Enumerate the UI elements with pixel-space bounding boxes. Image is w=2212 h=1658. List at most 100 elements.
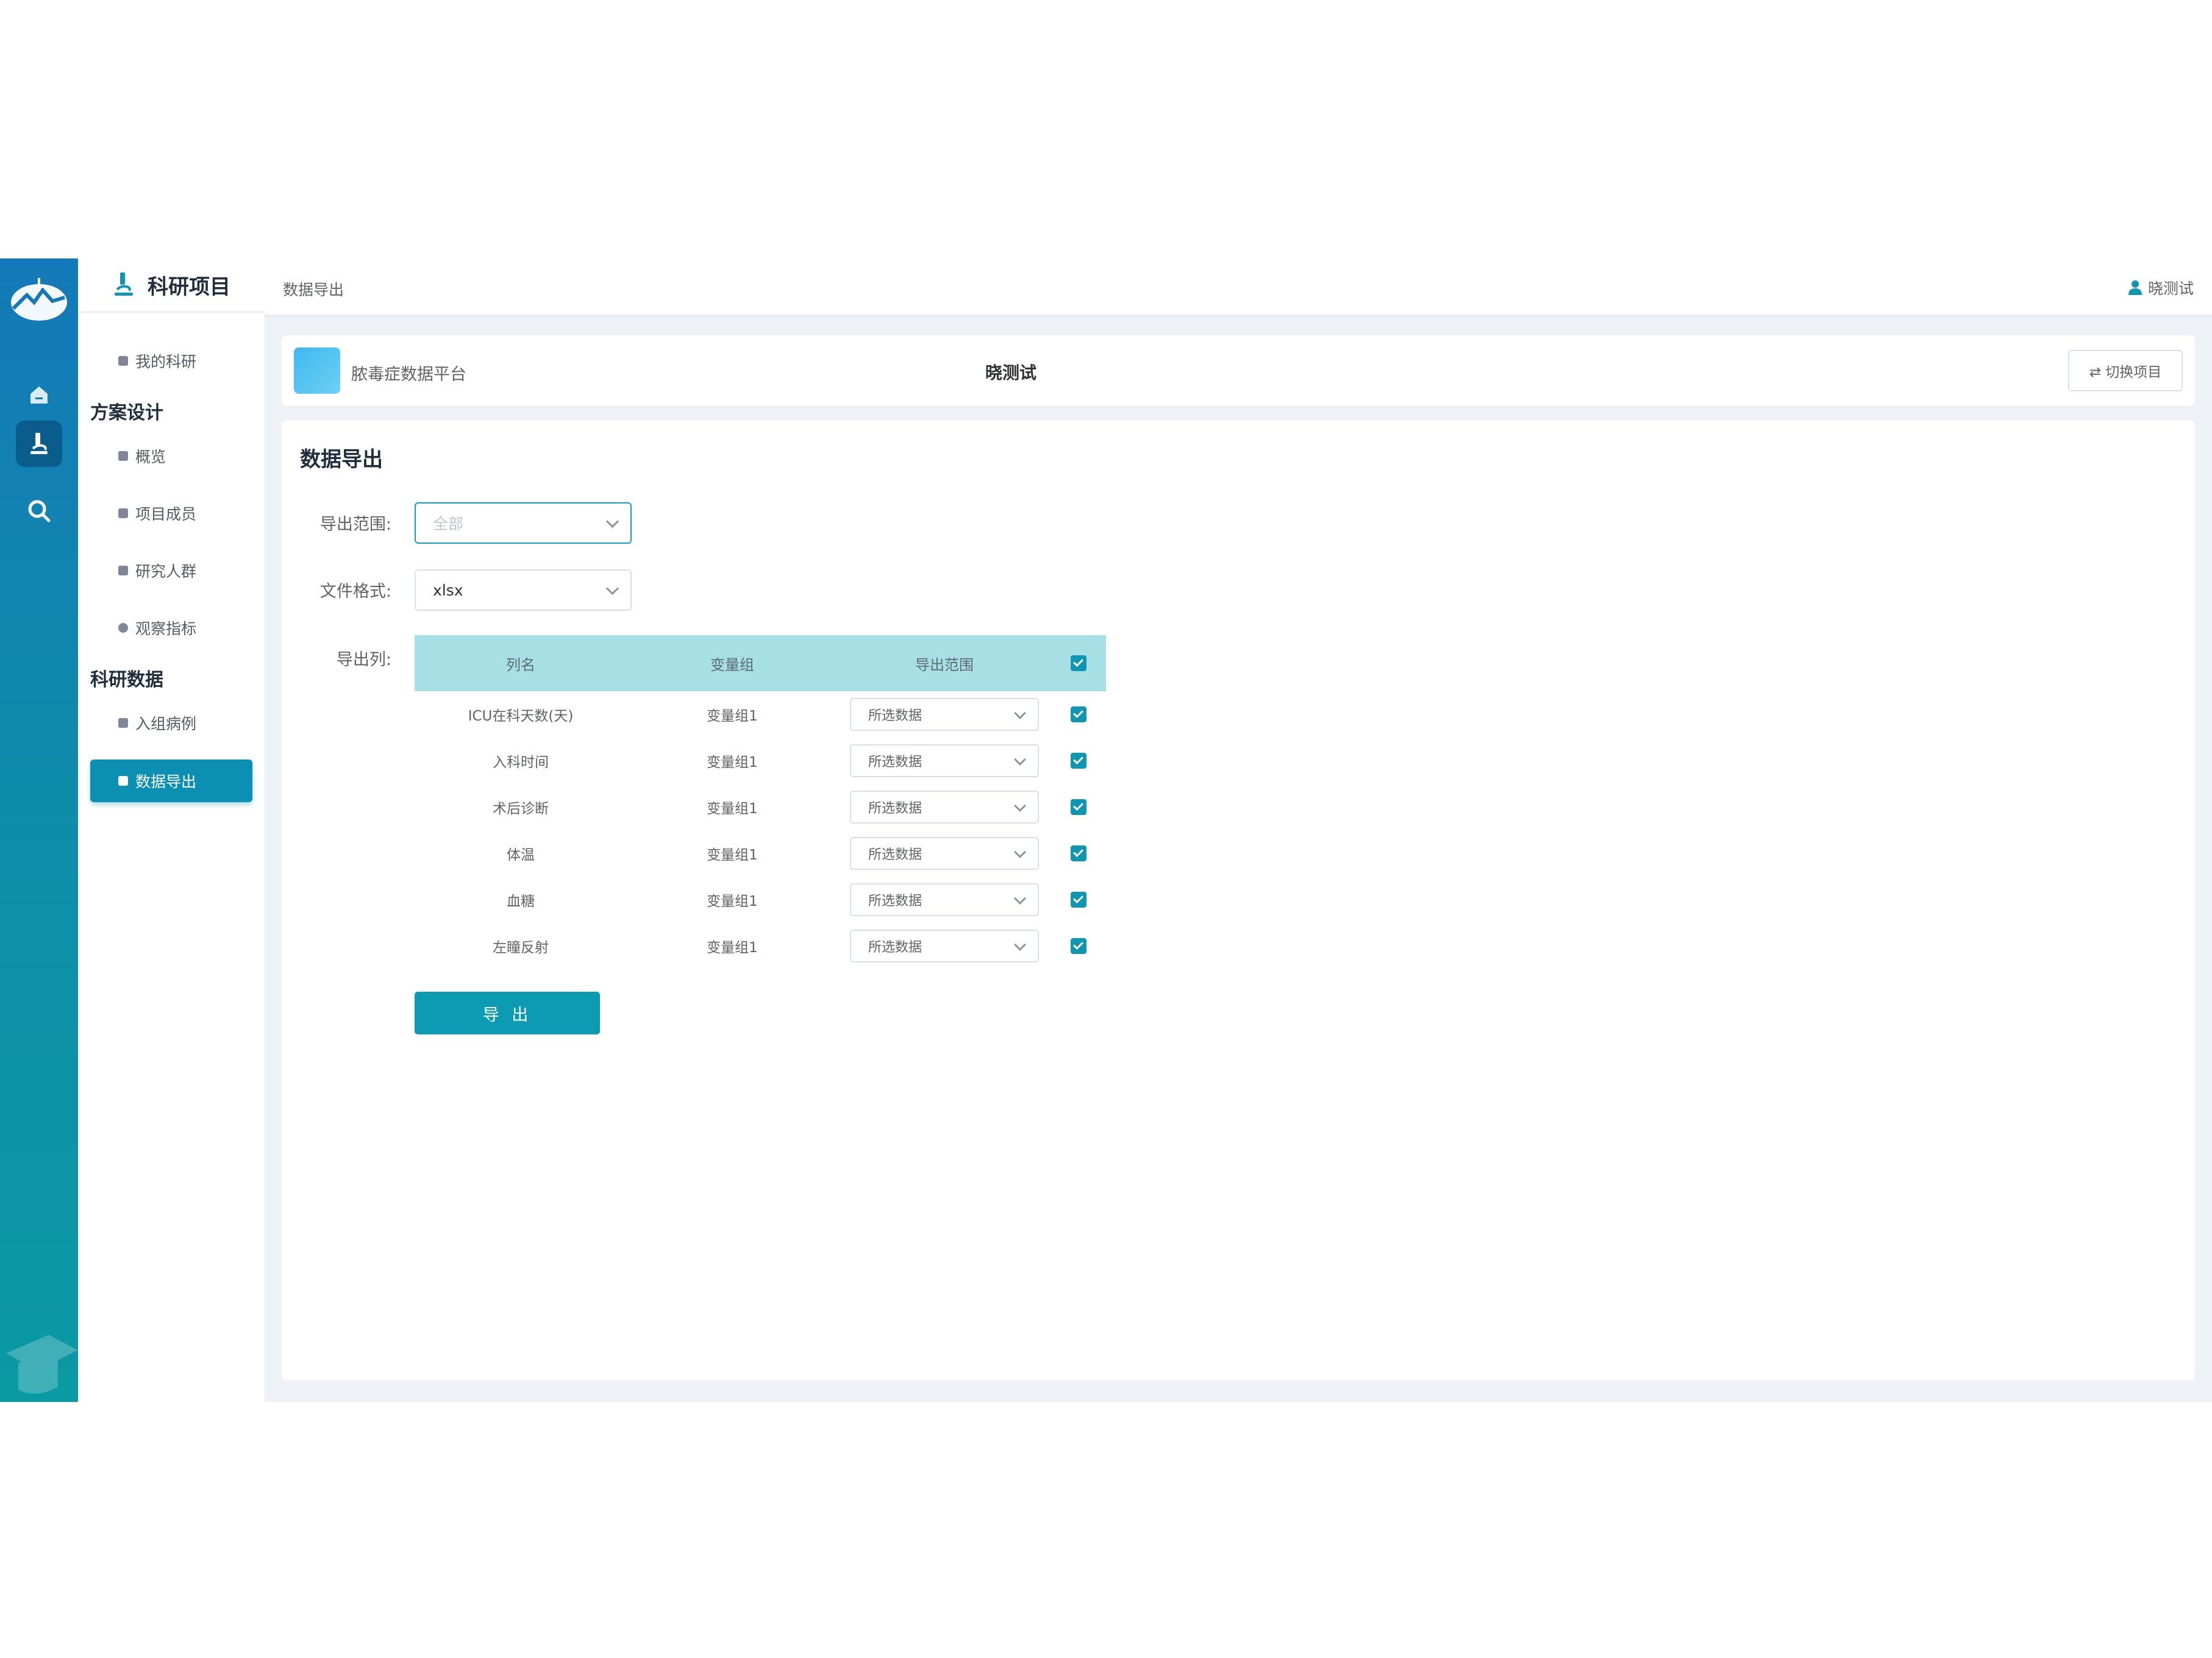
secondary-menu: 科研项目 我的科研 方案设计 概览 项目成员 研究人群 观察指标 科研数据 入组…: [78, 258, 265, 1402]
row-group: 变量组1: [707, 894, 758, 909]
menu-item-label: 我的科研: [135, 353, 197, 371]
nav-search-button[interactable]: [16, 488, 62, 534]
row-group: 变量组1: [707, 708, 758, 724]
menu-header: 科研项目: [78, 258, 265, 313]
table-row: 体温 变量组1 所选数据: [415, 830, 1106, 877]
row-range-select[interactable]: 所选数据: [850, 883, 1039, 916]
export-icon: [118, 776, 128, 786]
row-range-select[interactable]: 所选数据: [850, 744, 1039, 777]
range-select[interactable]: 全部: [415, 502, 632, 544]
chevron-down-icon: [605, 514, 619, 528]
menu-group-design: 方案设计: [90, 402, 163, 424]
project-owner: 晓测试: [985, 363, 1037, 383]
chevron-down-icon: [1014, 892, 1026, 905]
menu-item-label: 概览: [135, 448, 166, 466]
nav-research-button[interactable]: [16, 421, 62, 467]
menu-item-my-research[interactable]: 我的科研: [118, 350, 196, 372]
row-range-value: 所选数据: [868, 755, 922, 770]
menu-item-export[interactable]: 数据导出: [90, 760, 252, 802]
chevron-down-icon: [1014, 800, 1026, 812]
project-name: 脓毒症数据平台: [351, 365, 466, 384]
chevron-down-icon: [1014, 753, 1026, 766]
row-range-select[interactable]: 所选数据: [850, 791, 1039, 824]
table-row: 血糖 变量组1 所选数据: [415, 877, 1106, 923]
row-name: 血糖: [507, 894, 535, 909]
menu-item-label: 研究人群: [135, 563, 197, 580]
export-columns-table: 列名 变量组 导出范围 ICU在科天数(天) 变量组1 所选数据 入科时间 变量…: [415, 635, 1106, 969]
select-all-checkbox[interactable]: [1071, 655, 1086, 671]
project-card: 脓毒症数据平台 晓测试 ⇄ 切换项目: [282, 335, 2195, 406]
table-header: 列名 变量组 导出范围: [415, 635, 1106, 691]
switch-project-button[interactable]: ⇄ 切换项目: [2068, 350, 2183, 391]
row-range-select[interactable]: 所选数据: [850, 837, 1039, 870]
project-logo: [294, 347, 340, 394]
chevron-down-icon: [605, 582, 619, 596]
range-label: 导出范围:: [319, 515, 391, 534]
microscope-icon: [115, 272, 133, 296]
menu-item-overview[interactable]: 概览: [118, 445, 166, 467]
page-title: 数据导出: [300, 447, 383, 472]
table-row: 左瞳反射 变量组1 所选数据: [415, 923, 1106, 969]
row-range-value: 所选数据: [868, 894, 922, 909]
row-checkbox[interactable]: [1071, 753, 1086, 769]
table-row: 术后诊断 变量组1 所选数据: [415, 784, 1106, 830]
format-label: 文件格式:: [319, 582, 391, 601]
row-checkbox[interactable]: [1071, 706, 1086, 722]
home-icon: [30, 386, 48, 404]
format-select[interactable]: xlsx: [415, 569, 632, 611]
row-range-value: 所选数据: [868, 801, 922, 816]
chevron-down-icon: [1014, 846, 1026, 858]
menu-item-label: 项目成员: [135, 505, 197, 523]
list-icon: [118, 356, 128, 366]
columns-label: 导出列:: [336, 650, 391, 669]
format-value: xlsx: [433, 581, 463, 599]
microscope-icon: [30, 433, 48, 454]
range-placeholder: 全部: [433, 515, 464, 533]
row-checkbox[interactable]: [1071, 892, 1086, 908]
menu-item-members[interactable]: 项目成员: [118, 502, 196, 524]
top-header: 数据导出 晓测试: [265, 258, 2212, 317]
column-header-name: 列名: [506, 656, 535, 674]
row-range-value: 所选数据: [868, 847, 922, 863]
row-checkbox[interactable]: [1071, 845, 1086, 861]
export-panel: 数据导出 导出范围: 全部 文件格式: xlsx 导出列: 列名 变量组 导出范…: [282, 421, 2195, 1380]
user-icon: [2128, 280, 2142, 295]
indicator-icon: [118, 623, 128, 633]
menu-item-indicators[interactable]: 观察指标: [118, 617, 196, 639]
menu-item-cases[interactable]: 入组病例: [118, 712, 196, 734]
column-header-group: 变量组: [710, 656, 754, 674]
row-checkbox[interactable]: [1071, 799, 1086, 815]
row-checkbox[interactable]: [1071, 938, 1086, 954]
row-group: 变量组1: [707, 801, 758, 817]
chevron-down-icon: [1014, 707, 1026, 719]
row-name: ICU在科天数(天): [468, 708, 574, 724]
table-row: ICU在科天数(天) 变量组1 所选数据: [415, 691, 1106, 738]
overview-icon: [118, 451, 128, 461]
export-button[interactable]: 导 出: [415, 992, 600, 1034]
menu-item-cohort[interactable]: 研究人群: [118, 560, 196, 582]
nav-home-button[interactable]: [16, 372, 62, 418]
document-icon: [118, 718, 128, 728]
row-name: 术后诊断: [493, 801, 549, 817]
search-icon: [28, 500, 51, 522]
column-header-range: 导出范围: [915, 656, 974, 674]
icon-rail: [0, 258, 78, 1402]
app-frame: 科研项目 我的科研 方案设计 概览 项目成员 研究人群 观察指标 科研数据 入组…: [0, 258, 2212, 1402]
menu-item-label: 数据导出: [135, 773, 197, 791]
breadcrumb: 数据导出: [283, 281, 344, 299]
menu-title: 科研项目: [148, 274, 230, 299]
logo-icon: [11, 278, 67, 321]
user-name: 晓测试: [2147, 280, 2194, 297]
menu-item-label: 入组病例: [135, 715, 197, 733]
row-range-value: 所选数据: [868, 708, 922, 724]
hierarchy-icon: [118, 566, 128, 575]
row-range-select[interactable]: 所选数据: [850, 698, 1039, 731]
row-name: 体温: [507, 847, 535, 863]
row-group: 变量组1: [707, 847, 758, 863]
table-row: 入科时间 变量组1 所选数据: [415, 738, 1106, 784]
row-range-select[interactable]: 所选数据: [850, 930, 1039, 962]
row-group: 变量组1: [707, 755, 758, 770]
chevron-down-icon: [1014, 939, 1026, 951]
user-menu[interactable]: 晓测试: [2127, 277, 2194, 299]
row-name: 左瞳反射: [493, 940, 549, 956]
